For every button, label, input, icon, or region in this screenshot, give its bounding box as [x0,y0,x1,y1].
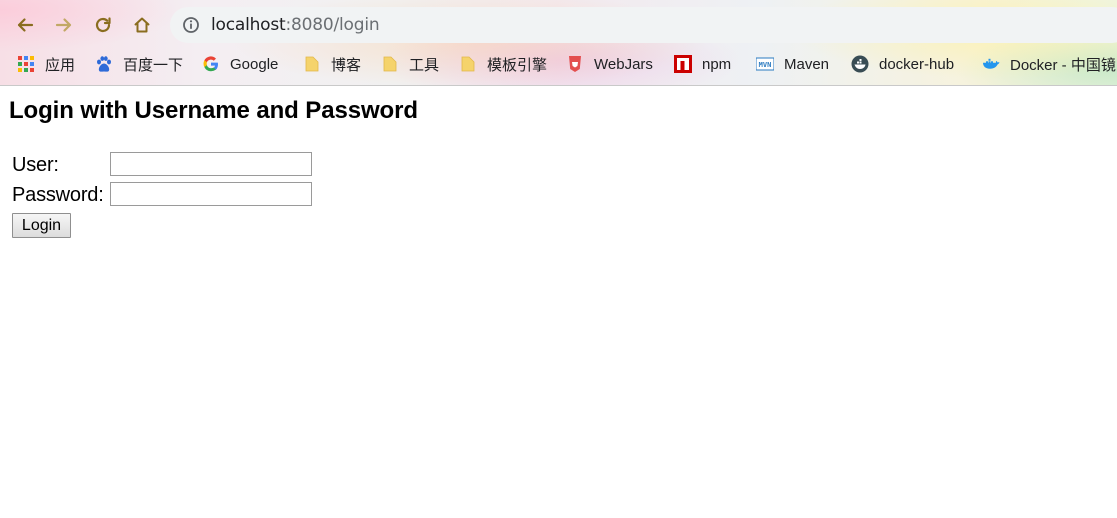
bookmark-folder-blog[interactable]: 博客 [303,53,361,75]
password-input[interactable] [110,182,312,206]
reload-icon [95,17,111,33]
bookmark-npm[interactable]: npm [674,53,731,75]
url-host: localhost [211,15,286,35]
bookmark-webjars[interactable]: WebJars [566,53,653,75]
home-icon [134,17,150,33]
bookmark-label: Docker - 中国镜 [1010,56,1116,74]
npm-icon [674,55,692,73]
webjars-icon [566,55,584,73]
bookmark-google[interactable]: Google [202,53,278,75]
apps-grid-icon [17,55,35,73]
bookmark-folder-templates[interactable]: 模板引擎 [459,53,547,75]
bookmark-label: Maven [784,55,830,73]
docker-hub-icon [851,55,869,73]
bookmark-label: docker-hub [879,55,955,73]
folder-icon [459,55,477,73]
bookmark-docker-hub[interactable]: docker-hub [851,53,954,75]
browser-chrome: localhost:8080/login 应用 百度一下 Google 博客 工… [0,0,1117,86]
url-text[interactable]: localhost:8080/login [211,15,380,35]
docker-whale-icon [982,55,1000,73]
username-input[interactable] [110,152,312,176]
info-icon[interactable] [182,16,200,34]
url-path: :8080/login [285,15,380,35]
bookmark-apps[interactable]: 应用 [17,53,75,75]
bookmark-folder-tools[interactable]: 工具 [381,53,439,75]
password-label: Password: [12,184,104,206]
bookmark-label: Google [230,55,279,73]
bookmark-label: WebJars [594,55,653,73]
folder-icon [303,55,321,73]
maven-icon: MVN [756,55,774,73]
bookmark-baidu[interactable]: 百度一下 [95,53,183,75]
page-title: Login with Username and Password [9,97,418,124]
bookmark-label: 工具 [409,56,440,74]
baidu-paw-icon [95,55,113,73]
bookmark-maven[interactable]: MVN Maven [756,53,829,75]
bookmark-label: 百度一下 [123,56,184,74]
home-button[interactable] [127,10,157,40]
folder-icon [381,55,399,73]
forward-button[interactable] [49,10,79,40]
login-button[interactable]: Login [12,213,71,238]
svg-text:MVN: MVN [759,61,772,69]
bookmark-label: npm [702,55,732,73]
bookmarks-bar: 应用 百度一下 Google 博客 工具 模板引擎 WebJars npm MV… [0,50,1117,78]
bookmark-label: 博客 [331,56,362,74]
bookmark-label: 应用 [45,56,76,74]
reload-button[interactable] [88,10,118,40]
back-button[interactable] [10,10,40,40]
back-arrow-icon [17,18,34,32]
address-bar[interactable]: localhost:8080/login [170,7,1117,43]
user-label: User: [12,154,59,176]
forward-arrow-icon [55,18,72,32]
bookmark-label: 模板引擎 [487,56,548,74]
bookmark-docker-mirror[interactable]: Docker - 中国镜 [982,53,1116,75]
google-g-icon [202,55,220,73]
